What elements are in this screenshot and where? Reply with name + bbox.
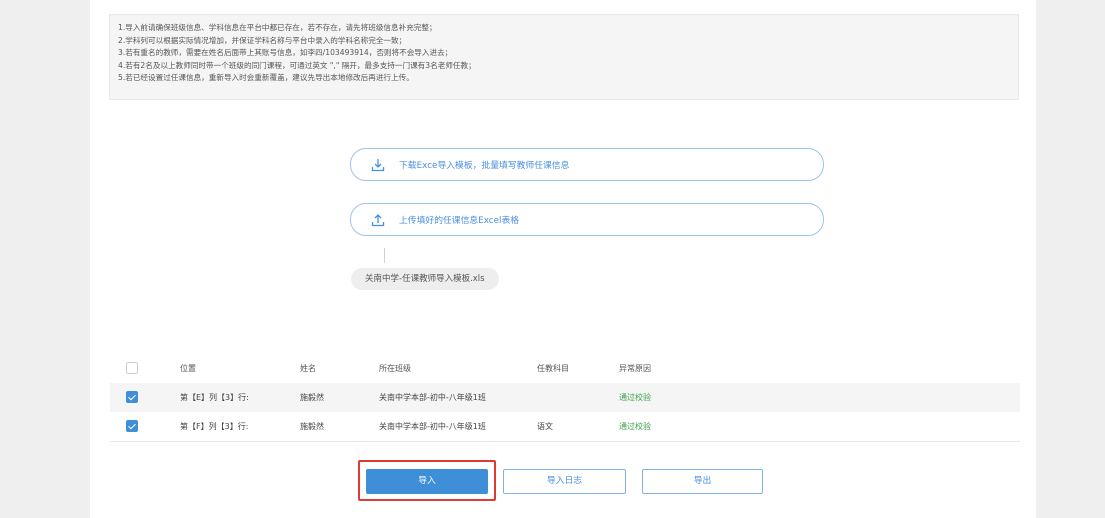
upload-icon	[371, 213, 385, 227]
download-template-button[interactable]: 下载Exce导入模板，批量填写教师任课信息	[350, 148, 824, 181]
import-log-button[interactable]: 导入日志	[503, 469, 626, 494]
import-instructions: 1.导入前请确保班级信息、学科信息在平台中都已存在，若不存在，请先将班级信息补充…	[109, 14, 1019, 100]
row-status: 通过校验	[619, 393, 651, 402]
row-name: 施毅然	[300, 393, 324, 402]
instruction-line: 5.若已经设置过任课信息，重新导入时会重新覆盖，建议先导出本地修改后再进行上传。	[118, 73, 414, 83]
import-panel: 1.导入前请确保班级信息、学科信息在平台中都已存在，若不存在，请先将班级信息补充…	[90, 0, 1036, 518]
row-checkbox[interactable]	[126, 420, 138, 432]
import-button[interactable]: 导入	[366, 469, 488, 494]
header-error: 异常原因	[619, 364, 651, 373]
instruction-line: 2.学科列可以根据实际情况增加，并保证学科名称与平台中录入的学科名称完全一致；	[118, 35, 407, 45]
row-class: 关南中学本部-初中-八年级1班	[379, 393, 486, 402]
row-subject: 语文	[537, 422, 553, 431]
header-name: 姓名	[300, 364, 316, 373]
instruction-line: 3.若有重名的教师，需要在姓名后面带上其账号信息，如李四/103493914，否…	[118, 48, 453, 58]
upload-file-button[interactable]: 上传填好的任课信息Excel表格	[350, 203, 824, 236]
row-position: 第【F】列【3】行:	[180, 422, 249, 431]
table-row: 第【E】列【3】行: 施毅然 关南中学本部-初中-八年级1班 通过校验	[110, 383, 1020, 412]
download-icon	[371, 158, 385, 172]
page-gutter-left	[0, 0, 90, 518]
uploaded-file-chip[interactable]: 关南中学-任课教师导入模板.xls	[351, 268, 499, 290]
instruction-line: 4.若有2名及以上教师同时带一个班级的同门课程，可通过英文 "," 隔开，最多支…	[118, 60, 476, 70]
table-row: 第【F】列【3】行: 施毅然 关南中学本部-初中-八年级1班 语文 通过校验	[110, 412, 1020, 442]
row-name: 施毅然	[300, 422, 324, 431]
select-all-checkbox[interactable]	[126, 362, 138, 374]
row-class: 关南中学本部-初中-八年级1班	[379, 422, 486, 431]
upload-file-label: 上传填好的任课信息Excel表格	[399, 216, 520, 226]
instruction-line: 1.导入前请确保班级信息、学科信息在平台中都已存在，若不存在，请先将班级信息补充…	[118, 23, 437, 32]
header-position: 位置	[180, 364, 196, 373]
table-header-row: 位置 姓名 所在班级 任教科目 异常原因	[110, 354, 1020, 384]
row-status: 通过校验	[619, 422, 651, 431]
upload-connector-line	[384, 248, 385, 263]
download-template-label: 下载Exce导入模板，批量填写教师任课信息	[399, 161, 570, 171]
header-subject: 任教科目	[537, 364, 569, 373]
header-class: 所在班级	[379, 364, 411, 373]
row-checkbox[interactable]	[126, 391, 138, 403]
row-position: 第【E】列【3】行:	[180, 393, 249, 402]
page-gutter-right	[1036, 0, 1105, 518]
export-button[interactable]: 导出	[642, 469, 763, 494]
